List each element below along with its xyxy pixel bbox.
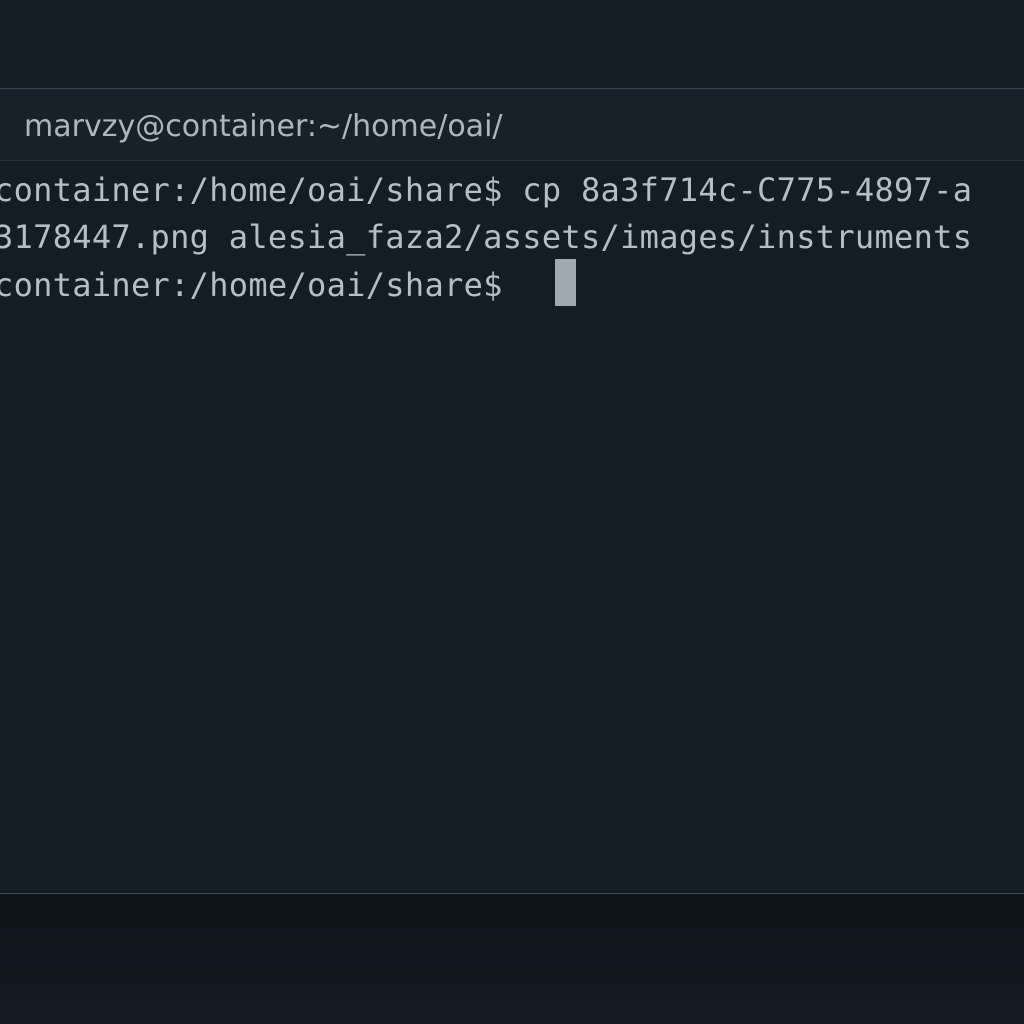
text-cursor (555, 259, 576, 306)
terminal-output[interactable]: container:/home/oai/share$ cp 8a3f714c-C… (0, 161, 1024, 893)
desktop-background-bottom (0, 894, 1024, 1024)
terminal-window[interactable]: marvzy@container:~/home/oai/ container:/… (0, 88, 1024, 894)
desktop-background (0, 0, 1024, 88)
screen: marvzy@container:~/home/oai/ container:/… (0, 0, 1024, 1024)
window-title: marvzy@container:~/home/oai/ (24, 109, 503, 144)
terminal-line: container:/home/oai/share$ cp 8a3f714c-C… (0, 171, 973, 209)
terminal-titlebar[interactable]: marvzy@container:~/home/oai/ (0, 89, 1024, 161)
terminal-prompt-line: container:/home/oai/share$ (0, 266, 523, 304)
terminal-line: 3178447.png alesia_faza2/assets/images/i… (0, 218, 973, 256)
